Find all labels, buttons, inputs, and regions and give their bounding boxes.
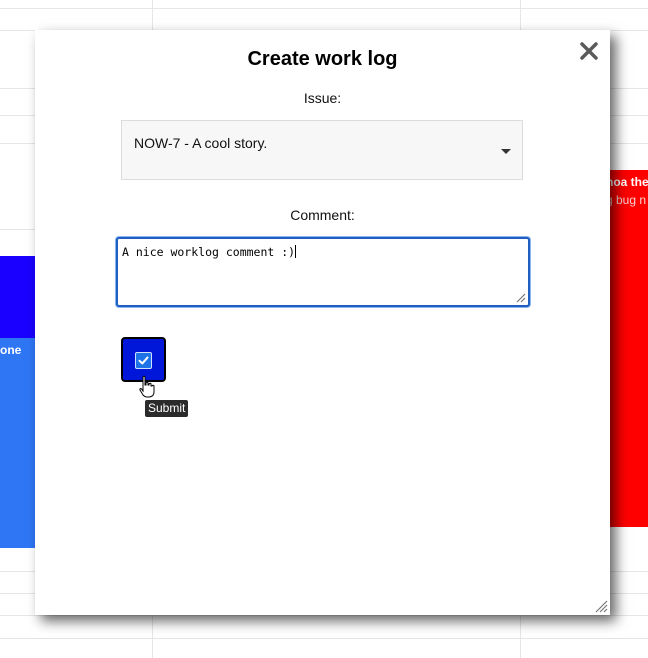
resize-grip-icon[interactable] [594, 599, 608, 613]
background-card-blue[interactable] [0, 256, 40, 338]
issue-selected-value: NOW-7 - A cool story. [134, 135, 268, 151]
grid-line [0, 8, 648, 9]
issue-label: Issue: [303, 90, 342, 106]
grid-line [0, 638, 648, 639]
comment-text: A nice worklog comment :) [122, 245, 296, 259]
grid-line [0, 615, 648, 616]
comment-textarea[interactable]: A nice worklog comment :) [116, 237, 530, 307]
text-cursor [295, 245, 297, 258]
background-card-light-blue[interactable]: one [0, 338, 40, 548]
resize-grip-icon[interactable] [514, 291, 526, 303]
create-work-log-dialog: Create work log Issue: NOW-7 - A cool st… [35, 30, 610, 615]
card-text: one [0, 343, 22, 357]
comment-label: Comment: [290, 207, 355, 223]
hand-pointer-icon [139, 375, 155, 398]
checkbox-checked-icon [135, 352, 152, 369]
submit-tooltip: Submit [145, 400, 189, 417]
card-subtitle: g bug n [606, 193, 647, 207]
card-title: noa the [606, 175, 648, 189]
caret-down-icon [501, 149, 511, 154]
issue-select[interactable]: NOW-7 - A cool story. [121, 120, 523, 180]
dialog-title: Create work log [247, 48, 398, 70]
